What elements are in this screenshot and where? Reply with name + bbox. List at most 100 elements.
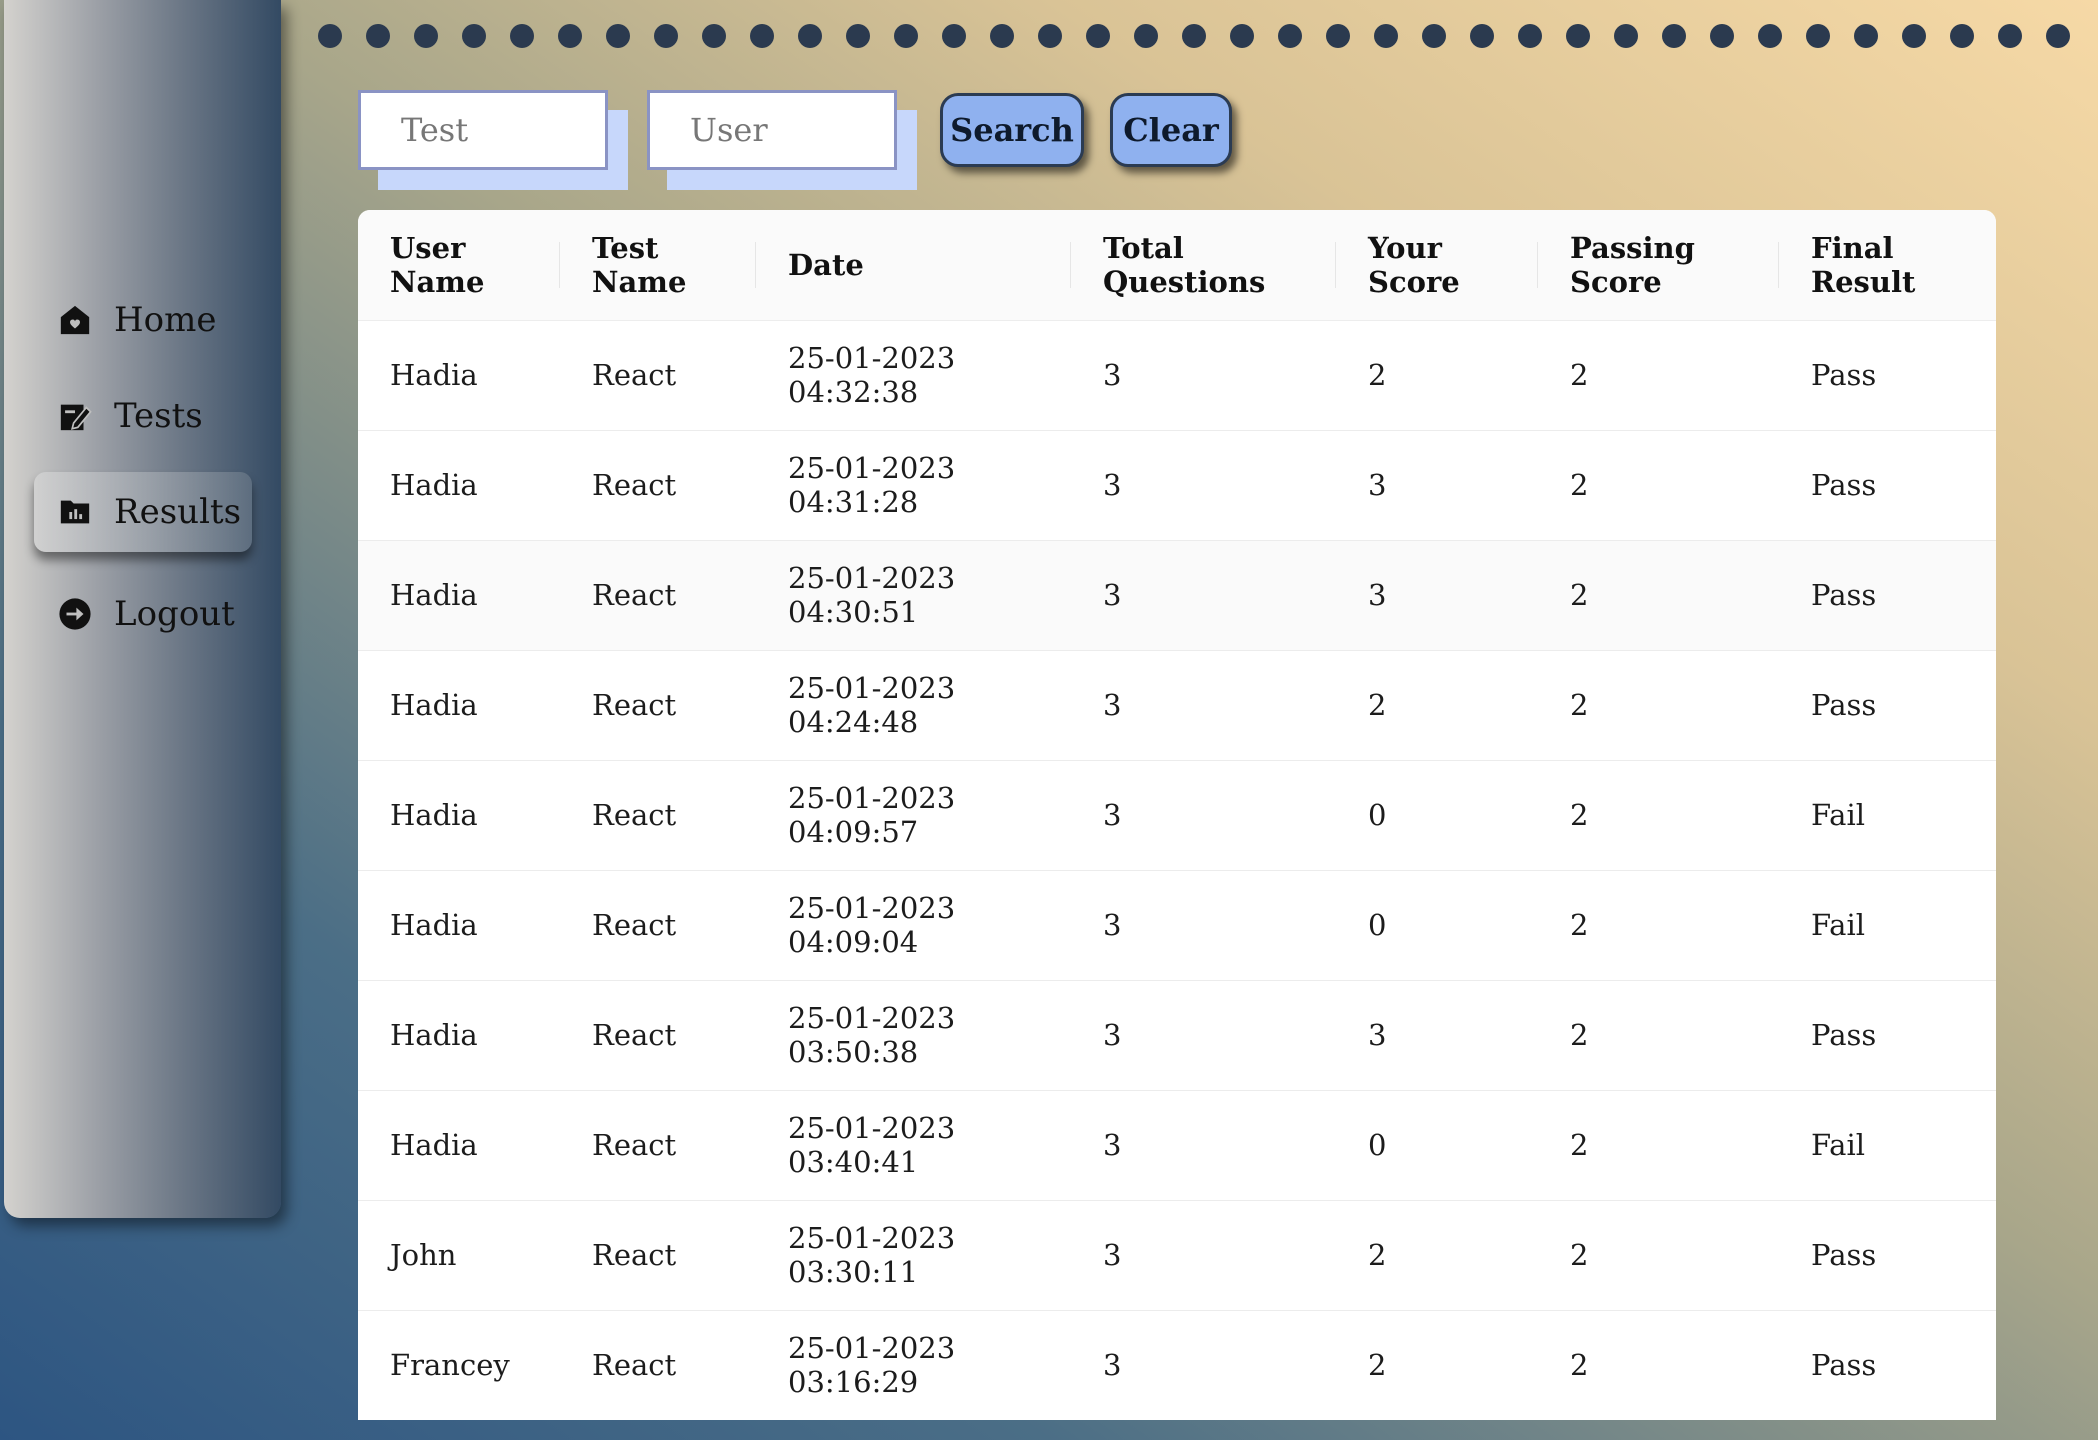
decorative-dot bbox=[1758, 24, 1782, 48]
table-cell: 2 bbox=[1538, 650, 1779, 761]
decorative-dot bbox=[1950, 24, 1974, 48]
table-cell: Fail bbox=[1779, 870, 1996, 981]
sidebar-item-tests[interactable]: Tests bbox=[34, 376, 252, 456]
table-cell: Pass bbox=[1779, 980, 1996, 1091]
column-header[interactable]: Your Score bbox=[1336, 210, 1538, 321]
table-cell: 2 bbox=[1538, 320, 1779, 431]
decorative-dot bbox=[366, 24, 390, 48]
table-cell: Pass bbox=[1779, 320, 1996, 431]
table-cell: React bbox=[560, 980, 756, 1091]
table-row[interactable]: Francey React 25-01-2023 03:16:29 3 2 2 Pass bbox=[358, 1310, 1996, 1420]
user-filter bbox=[647, 90, 917, 190]
column-header[interactable]: Total Questions bbox=[1071, 210, 1336, 321]
results-table: User Name Test Name Date Total Questions You… bbox=[358, 210, 1996, 1420]
user-search-input[interactable] bbox=[647, 90, 897, 170]
table-cell: React bbox=[560, 760, 756, 871]
table-cell: 3 bbox=[1071, 1090, 1336, 1201]
decorative-dot bbox=[654, 24, 678, 48]
table-cell: 0 bbox=[1336, 870, 1538, 981]
table-cell: 2 bbox=[1538, 870, 1779, 981]
sidebar-item-logout[interactable]: Logout bbox=[34, 574, 252, 654]
decorative-dot bbox=[1182, 24, 1206, 48]
sidebar: Home Tests Results Logout bbox=[4, 0, 281, 1218]
table-cell: 3 bbox=[1336, 980, 1538, 1091]
table-cell: 3 bbox=[1071, 760, 1336, 871]
table-row[interactable]: Hadia React 25-01-2023 04:31:28 3 3 2 Pass bbox=[358, 430, 1996, 541]
clear-button[interactable]: Clear bbox=[1110, 93, 1232, 167]
table-row[interactable]: Hadia React 25-01-2023 04:09:57 3 0 2 Fail bbox=[358, 760, 1996, 871]
table-cell: 3 bbox=[1071, 1310, 1336, 1420]
table-cell: Hadia bbox=[358, 430, 560, 541]
table-cell: 25-01-2023 03:40:41 bbox=[756, 1090, 1071, 1201]
table-cell: 3 bbox=[1071, 650, 1336, 761]
decorative-dot bbox=[1662, 24, 1686, 48]
decorative-dot bbox=[2046, 24, 2070, 48]
table-cell: 2 bbox=[1336, 320, 1538, 431]
table-cell: 3 bbox=[1071, 1200, 1336, 1311]
table-cell: 3 bbox=[1071, 540, 1336, 651]
column-header[interactable]: Final Result bbox=[1779, 210, 1996, 321]
decorative-dot bbox=[558, 24, 582, 48]
table-cell: React bbox=[560, 320, 756, 431]
table-body: Hadia React 25-01-2023 04:32:38 3 2 2 Pass Hadi… bbox=[358, 320, 1996, 1420]
table-cell: 2 bbox=[1336, 650, 1538, 761]
table-row[interactable]: Hadia React 25-01-2023 04:24:48 3 2 2 Pass bbox=[358, 650, 1996, 761]
table-cell: 0 bbox=[1336, 1090, 1538, 1201]
table-cell: Pass bbox=[1779, 1310, 1996, 1420]
table-cell: 2 bbox=[1538, 980, 1779, 1091]
table-cell: 25-01-2023 04:09:57 bbox=[756, 760, 1071, 871]
table-cell: 3 bbox=[1071, 870, 1336, 981]
decorative-dot bbox=[1134, 24, 1158, 48]
decorative-dot bbox=[462, 24, 486, 48]
table-cell: 2 bbox=[1538, 760, 1779, 871]
decorative-dot bbox=[1710, 24, 1734, 48]
table-row[interactable]: Hadia React 25-01-2023 04:32:38 3 2 2 Pass bbox=[358, 320, 1996, 431]
table-cell: Pass bbox=[1779, 1200, 1996, 1311]
table-cell: 2 bbox=[1538, 430, 1779, 541]
test-search-input[interactable] bbox=[358, 90, 608, 170]
decorative-dot bbox=[1902, 24, 1926, 48]
table-cell: React bbox=[560, 1310, 756, 1420]
table-row[interactable]: Hadia React 25-01-2023 03:50:38 3 3 2 Pass bbox=[358, 980, 1996, 1091]
table-cell: React bbox=[560, 540, 756, 651]
decorative-dot bbox=[606, 24, 630, 48]
chart-folder-icon bbox=[58, 495, 92, 529]
table-cell: 3 bbox=[1336, 540, 1538, 651]
column-header[interactable]: Test Name bbox=[560, 210, 756, 321]
table-cell: React bbox=[560, 430, 756, 541]
table-cell: Pass bbox=[1779, 430, 1996, 541]
table-cell: Fail bbox=[1779, 1090, 1996, 1201]
table-cell: Francey bbox=[358, 1310, 560, 1420]
sidebar-item-label: Tests bbox=[114, 396, 203, 436]
table-row[interactable]: Hadia React 25-01-2023 03:40:41 3 0 2 Fail bbox=[358, 1090, 1996, 1201]
decorative-dot bbox=[1998, 24, 2022, 48]
decorative-dot bbox=[1086, 24, 1110, 48]
decorative-dot bbox=[1854, 24, 1878, 48]
decorative-dot bbox=[1614, 24, 1638, 48]
column-header[interactable]: Date bbox=[756, 210, 1071, 321]
decorative-dot bbox=[846, 24, 870, 48]
table-header: User Name Test Name Date Total Questions You… bbox=[358, 210, 1996, 321]
table-cell: 3 bbox=[1071, 430, 1336, 541]
table-cell: Pass bbox=[1779, 540, 1996, 651]
search-button[interactable]: Search bbox=[940, 93, 1084, 167]
table-cell: 25-01-2023 03:50:38 bbox=[756, 980, 1071, 1091]
column-header[interactable]: User Name bbox=[358, 210, 560, 321]
table-row[interactable]: Hadia React 25-01-2023 04:30:51 3 3 2 Pass bbox=[358, 540, 1996, 651]
decorative-dot bbox=[318, 24, 342, 48]
decorative-dot bbox=[1518, 24, 1542, 48]
decorative-dot bbox=[1422, 24, 1446, 48]
decorative-dot bbox=[894, 24, 918, 48]
decorative-dot bbox=[1230, 24, 1254, 48]
table-row[interactable]: Hadia React 25-01-2023 04:09:04 3 0 2 Fail bbox=[358, 870, 1996, 981]
table-cell: 25-01-2023 04:31:28 bbox=[756, 430, 1071, 541]
column-header[interactable]: Passing Score bbox=[1538, 210, 1779, 321]
table-cell: Fail bbox=[1779, 760, 1996, 871]
test-filter bbox=[358, 90, 628, 190]
table-cell: 0 bbox=[1336, 760, 1538, 871]
table-cell: 2 bbox=[1336, 1310, 1538, 1420]
sidebar-item-home[interactable]: Home bbox=[34, 280, 252, 360]
table-row[interactable]: John React 25-01-2023 03:30:11 3 2 2 Pass bbox=[358, 1200, 1996, 1311]
sidebar-item-results[interactable]: Results bbox=[34, 472, 252, 552]
sidebar-item-label: Logout bbox=[114, 594, 235, 634]
